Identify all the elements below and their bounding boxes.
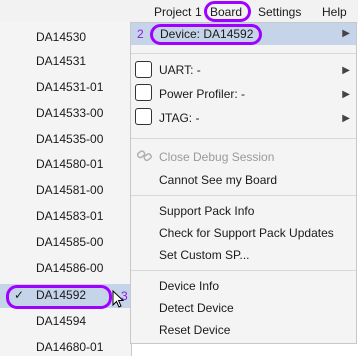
power-profiler-checkbox[interactable] — [135, 84, 152, 101]
device-item[interactable]: DA14531 — [0, 50, 130, 74]
device-highlight-oval — [150, 24, 262, 45]
close-debug-session-item[interactable]: Close Debug Session — [159, 150, 274, 164]
board-highlight-oval — [204, 1, 251, 22]
chevron-right-icon: ▶ — [342, 28, 350, 39]
selected-device-oval — [6, 285, 112, 309]
chevron-right-icon: ▶ — [342, 65, 350, 76]
check-support-pack-updates-item[interactable]: Check for Support Pack Updates — [159, 226, 334, 240]
device-item[interactable]: DA14535-00 — [0, 128, 130, 152]
link-icon — [137, 150, 152, 162]
mouse-pointer-icon — [112, 290, 125, 308]
menu-help[interactable]: Help — [322, 5, 347, 19]
power-profiler-item[interactable]: Power Profiler: - — [159, 87, 245, 101]
menu-bar: Project 1 Board Settings Help — [0, 0, 358, 24]
menu-settings[interactable]: Settings — [258, 5, 301, 19]
device-item[interactable]: DA14680-01 — [0, 336, 130, 360]
device-item[interactable]: DA14533-00 — [0, 102, 130, 126]
board-menu: 2 Device: DA14592 ▶ UART: - ▶ Power Prof… — [130, 22, 357, 344]
separator — [131, 270, 356, 271]
device-item[interactable]: DA14583-01 — [0, 205, 130, 229]
chevron-right-icon: ▶ — [342, 89, 350, 100]
step-2-annotation: 2 — [137, 27, 144, 41]
jtag-checkbox[interactable] — [135, 108, 152, 125]
support-pack-info-item[interactable]: Support Pack Info — [159, 204, 254, 218]
chevron-right-icon: ▶ — [342, 113, 350, 124]
uart-checkbox[interactable] — [135, 61, 152, 78]
cannot-see-board-item[interactable]: Cannot See my Board — [159, 173, 277, 187]
device-item[interactable]: DA14581-00 — [0, 179, 130, 203]
jtag-item[interactable]: JTAG: - — [159, 111, 199, 125]
device-item[interactable]: DA14580-01 — [0, 153, 130, 177]
set-custom-sp-item[interactable]: Set Custom SP... — [159, 248, 250, 262]
separator — [131, 195, 356, 196]
step-1-annotation: 1 — [195, 5, 202, 19]
uart-item[interactable]: UART: - — [159, 63, 201, 77]
device-item[interactable]: DA14530 — [0, 26, 130, 50]
device-item[interactable]: DA14585-00 — [0, 231, 130, 255]
device-info-item[interactable]: Device Info — [159, 279, 219, 293]
menu-project[interactable]: Project — [154, 5, 191, 19]
device-item[interactable]: DA14531-01 — [0, 76, 130, 100]
device-item[interactable]: DA14586-00 — [0, 257, 130, 281]
detect-device-item[interactable]: Detect Device — [159, 301, 234, 315]
separator — [131, 138, 356, 139]
reset-device-item[interactable]: Reset Device — [159, 323, 230, 337]
separator — [131, 53, 356, 54]
device-item[interactable]: DA14594 — [0, 310, 130, 334]
